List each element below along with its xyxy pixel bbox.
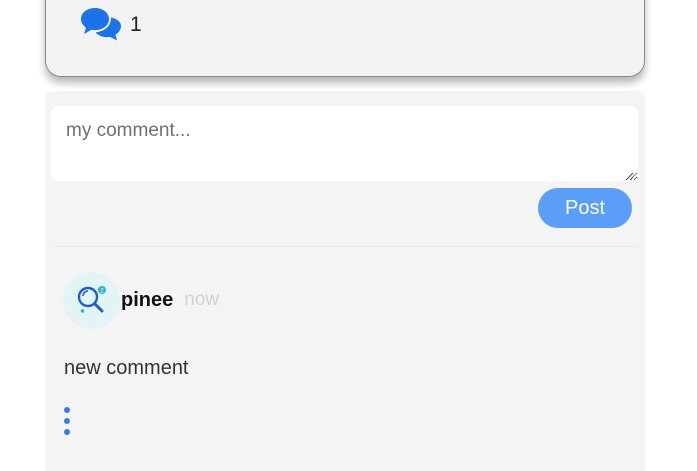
comment-body: new comment [64,357,189,379]
post-card: 1 [45,0,645,77]
comment-timestamp: now [184,289,220,310]
comment-count: 1 [130,12,142,36]
comment-input[interactable] [51,106,638,181]
post-button[interactable]: Post [538,188,632,228]
comment-author[interactable]: pinee [121,289,173,312]
comment-item: 2 pinee now new comment [63,271,623,435]
menu-dot [64,418,70,424]
comments-panel: Post 2 pinee now new comment [45,91,645,471]
more-vertical-icon[interactable] [60,405,74,437]
avatar[interactable]: 2 [63,271,120,329]
divider [51,246,639,247]
comments-icon [80,7,122,41]
comment-header: 2 pinee now [63,271,623,329]
menu-dot [64,429,70,435]
menu-dot [64,407,70,413]
comment-count-row[interactable]: 1 [80,7,142,41]
magnifier-avatar-icon: 2 [77,286,106,313]
